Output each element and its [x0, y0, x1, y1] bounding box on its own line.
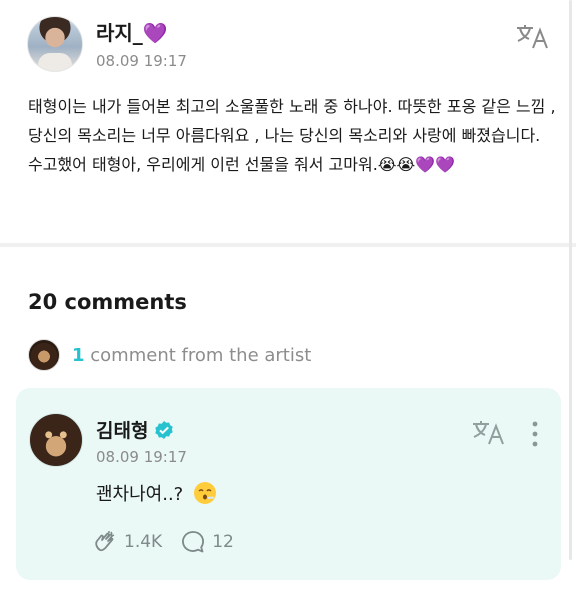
reply-count: 12: [212, 532, 234, 552]
post-author-avatar[interactable]: [27, 16, 83, 72]
post: 라지_💜 08.09 19:17 태형이는 내가 들어본 최고의 소울풀한 노래…: [0, 0, 576, 245]
comment-actions: 1.4K 12: [92, 529, 252, 555]
translate-icon[interactable]: [471, 418, 505, 446]
artist-comment-count: 1: [72, 344, 85, 366]
divider: [0, 243, 576, 247]
artist-comment-filter[interactable]: 1 comment from the artist: [28, 339, 311, 371]
like-count: 1.4K: [124, 532, 163, 552]
artist-mini-avatar: [28, 339, 60, 371]
artist-comment-label: 1 comment from the artist: [72, 345, 311, 366]
reply-button[interactable]: 12: [180, 529, 234, 555]
heart-emoji: 💜: [142, 21, 168, 45]
verified-icon: [155, 420, 174, 439]
post-body: 태형이는 내가 들어본 최고의 소울풀한 노래 중 하나야. 따뜻한 포옹 같은…: [28, 97, 561, 174]
comment-bubble-icon: [182, 531, 205, 553]
comments-count-title: 20 comments: [28, 290, 187, 314]
artist-comment-card: 김태형 08.09 19:17 괜차나여..? 1.4K 12: [16, 388, 561, 580]
clap-icon: [95, 531, 115, 552]
exhale-face-icon: [194, 482, 217, 504]
more-vertical-icon[interactable]: [531, 421, 539, 447]
comment-author-name[interactable]: 김태형: [96, 416, 174, 443]
comment-author-name-text: 김태형: [96, 420, 149, 442]
comment-text-content: 괜차나여..?: [96, 484, 184, 505]
post-timestamp: 08.09 19:17: [96, 52, 187, 70]
author-name-text: 라지_: [96, 21, 143, 45]
scrollbar[interactable]: [569, 0, 572, 560]
comment-author-avatar[interactable]: [29, 413, 83, 467]
translate-icon[interactable]: [515, 22, 549, 50]
artist-comment-text: comment from the artist: [90, 344, 312, 366]
post-author-name[interactable]: 라지_💜: [96, 17, 168, 46]
comment-text: 괜차나여..?: [96, 480, 217, 506]
comment-timestamp: 08.09 19:17: [96, 448, 187, 466]
like-button[interactable]: 1.4K: [92, 529, 162, 555]
